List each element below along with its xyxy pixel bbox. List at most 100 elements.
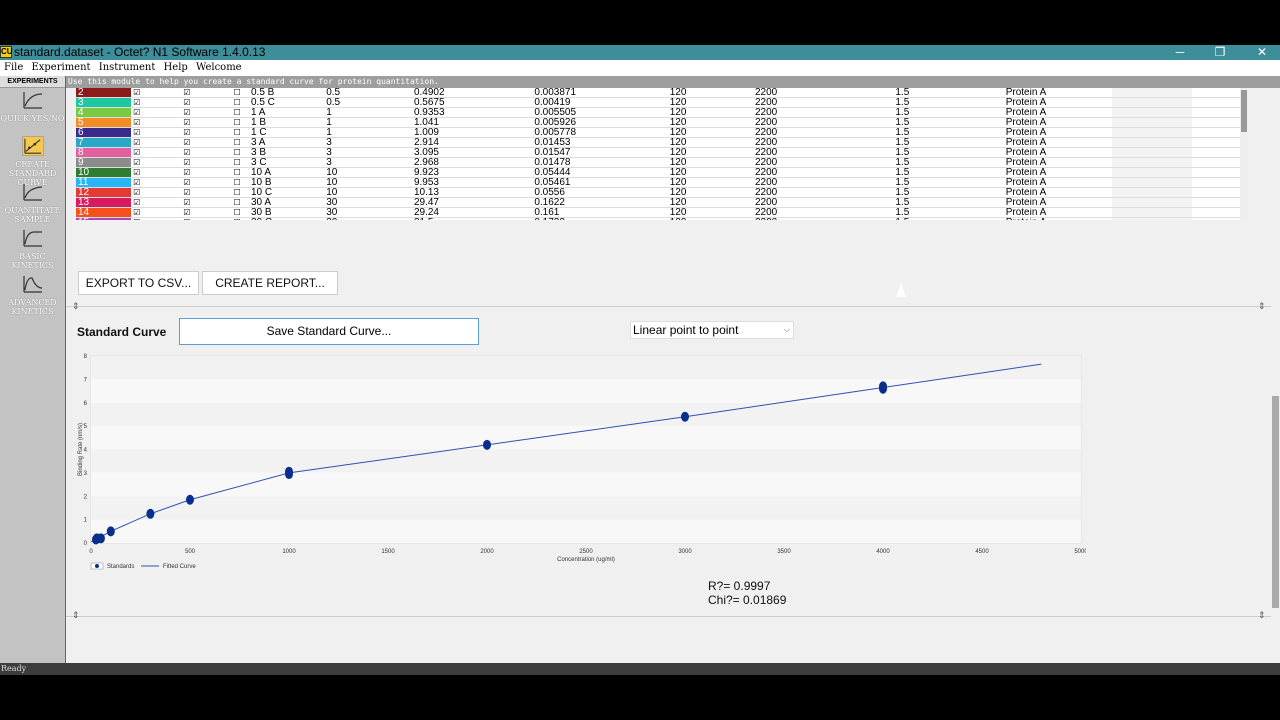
splitter-bottom[interactable]: [66, 616, 1280, 617]
row-checkbox[interactable]: ☐: [231, 167, 249, 178]
close-button[interactable]: ✕: [1247, 45, 1277, 60]
row-checkbox[interactable]: ☐: [231, 217, 249, 220]
row-checkbox[interactable]: ☐: [231, 147, 249, 158]
row-checkbox[interactable]: ☐: [231, 88, 249, 98]
row-checkbox[interactable]: ☑: [181, 97, 232, 108]
table-row[interactable]: 3 ☑ ☑ ☐ 0.5 C 0.5 0.5675 0.00419 120 2200 1.5 Prote…: [76, 97, 1242, 108]
menu-help[interactable]: Help: [164, 62, 188, 73]
table-row[interactable]: 7 ☑ ☑ ☐ 3 A 3 2.914 0.01453 120 2200 1.5 Protein A: [76, 137, 1242, 148]
row-checkbox[interactable]: ☑: [181, 177, 232, 188]
restore-button[interactable]: ❐: [1205, 45, 1235, 60]
row-checkbox[interactable]: ☐: [231, 207, 249, 218]
row-checkbox[interactable]: ☑: [181, 127, 232, 138]
y-tick-label: 1: [84, 518, 88, 524]
row-checkbox[interactable]: ☑: [181, 157, 232, 168]
row-checkbox[interactable]: ☑: [131, 167, 182, 178]
row-checkbox[interactable]: ☐: [231, 137, 249, 148]
row-color-swatch: 6: [76, 127, 132, 138]
row-checkbox[interactable]: ☑: [181, 217, 232, 220]
table-row[interactable]: 12 ☑ ☑ ☐ 10 C 10 10.13 0.0556 120 2200 1.5 Protein …: [76, 187, 1242, 198]
row-checkbox[interactable]: ☑: [181, 197, 232, 208]
fit-mode-select[interactable]: Linear point to point ⌵: [630, 321, 794, 339]
row-checkbox[interactable]: ☑: [131, 97, 182, 108]
row-checkbox[interactable]: ☐: [231, 97, 249, 108]
row-checkbox[interactable]: ☑: [131, 157, 182, 168]
create-report-button[interactable]: CREATE REPORT...: [202, 271, 338, 295]
splitter-grip-icon[interactable]: ⇕: [1258, 610, 1266, 621]
splitter-top[interactable]: [66, 306, 1280, 307]
row-checkbox[interactable]: ☐: [231, 177, 249, 188]
row-checkbox[interactable]: ☑: [131, 197, 182, 208]
row-checkbox[interactable]: ☐: [231, 197, 249, 208]
table-row[interactable]: 11 ☑ ☑ ☐ 10 B 10 9.953 0.05461 120 2200 1.5 Protein…: [76, 177, 1242, 188]
row-checkbox[interactable]: ☑: [131, 137, 182, 148]
main-scrollbar-thumb[interactable]: [1272, 396, 1279, 608]
splitter-grip-icon[interactable]: ⇕: [72, 610, 80, 621]
menu-file[interactable]: File: [4, 62, 23, 73]
main-scrollbar[interactable]: [1271, 122, 1280, 663]
table-cell: 0.01547: [532, 147, 668, 158]
x-tick-label: 5000: [1074, 549, 1086, 555]
table-row[interactable]: 8 ☑ ☑ ☐ 3 B 3 3.095 0.01547 120 2200 1.5 Protein A: [76, 147, 1242, 158]
row-checkbox[interactable]: ☑: [181, 207, 232, 218]
table-row[interactable]: 5 ☑ ☑ ☐ 1 B 1 1.041 0.005926 120 2200 1.5 Protein A: [76, 117, 1242, 128]
row-checkbox[interactable]: ☐: [231, 157, 249, 168]
row-checkbox[interactable]: ☑: [131, 187, 182, 198]
menu-experiment[interactable]: Experiment: [31, 62, 90, 73]
sidebar-item-create-standard-curve[interactable]: CREATE STANDARD CURVE: [0, 134, 65, 187]
row-checkbox[interactable]: ☑: [181, 88, 232, 98]
table-row[interactable]: 2 ☑ ☑ ☐ 0.5 B 0.5 0.4902 0.003871 120 2200 1.5 Prot…: [76, 88, 1242, 98]
table-row[interactable]: 6 ☑ ☑ ☐ 1 C 1 1.009 0.005778 120 2200 1.5 Protein A: [76, 127, 1242, 138]
table-row[interactable]: 10 ☑ ☑ ☐ 10 A 10 9.923 0.05444 120 2200 1.5 Protein…: [76, 167, 1242, 178]
row-checkbox[interactable]: ☑: [181, 187, 232, 198]
row-checkbox[interactable]: ☑: [131, 177, 182, 188]
quick-yes-no-icon: [22, 92, 42, 109]
table-cell: 1 B: [248, 117, 325, 128]
table-cell: 120: [667, 197, 753, 208]
save-standard-curve-button[interactable]: Save Standard Curve...: [179, 318, 479, 345]
row-checkbox[interactable]: ☑: [181, 147, 232, 158]
table-cell: Protein A: [1003, 157, 1112, 168]
minimize-button[interactable]: ─: [1165, 45, 1195, 60]
table-scrollbar-thumb[interactable]: [1241, 90, 1247, 132]
chart-svg: 0 1 2 3 4 5 6 7 8 0 500 1000 1500 2000 2500 3000 3500 400…: [78, 354, 1088, 570]
row-checkbox[interactable]: ☑: [131, 217, 182, 220]
row-checkbox[interactable]: ☑: [131, 207, 182, 218]
row-checkbox[interactable]: ☐: [231, 187, 249, 198]
splitter-grip-icon[interactable]: ⇕: [1258, 301, 1266, 312]
table-cell: 3.095: [411, 147, 533, 158]
row-checkbox[interactable]: ☑: [131, 88, 182, 98]
sidebar-item-advanced-kinetics[interactable]: ADVANCED KINETICS: [0, 272, 65, 318]
table-cell: 1.041: [411, 117, 533, 128]
table-cell: 31.5: [411, 217, 533, 220]
table-row[interactable]: 14 ☑ ☑ ☐ 30 B 30 29.24 0.161 120 2200 1.5 Protein A: [76, 207, 1242, 218]
sidebar-item-quantitate-sample[interactable]: QUANTITATE SAMPLE: [0, 180, 65, 226]
table-cell: 2200: [752, 177, 894, 188]
row-checkbox[interactable]: ☑: [181, 137, 232, 148]
table-row[interactable]: 9 ☑ ☑ ☐ 3 C 3 2.968 0.01478 120 2200 1.5 Protein A: [76, 157, 1242, 168]
table-cell: [1191, 187, 1242, 198]
table-cell: Protein A: [1003, 177, 1112, 188]
row-checkbox[interactable]: ☑: [131, 127, 182, 138]
table-row[interactable]: 15☑☑☐30 C3031.50.172212022001.5Protein A: [76, 217, 1242, 220]
row-checkbox[interactable]: ☑: [131, 117, 182, 128]
splitter-grip-icon[interactable]: ⇕: [72, 301, 80, 312]
table-cell: 10 B: [248, 177, 325, 188]
row-checkbox[interactable]: ☑: [131, 147, 182, 158]
row-checkbox[interactable]: ☐: [231, 107, 249, 118]
table-scrollbar[interactable]: [1240, 88, 1248, 220]
sidebar-item-basic-kinetics[interactable]: BASIC KINETICS: [0, 226, 65, 272]
row-checkbox[interactable]: ☑: [131, 107, 182, 118]
table-row[interactable]: 13 ☑ ☑ ☐ 30 A 30 29.47 0.1622 120 2200 1.5 Protein …: [76, 197, 1242, 208]
row-checkbox[interactable]: ☐: [231, 127, 249, 138]
row-checkbox[interactable]: ☑: [181, 107, 232, 118]
row-checkbox[interactable]: ☑: [181, 117, 232, 128]
row-checkbox[interactable]: ☑: [181, 167, 232, 178]
row-checkbox[interactable]: ☐: [231, 117, 249, 128]
menu-instrument[interactable]: Instrument: [99, 62, 156, 73]
table-row[interactable]: 4 ☑ ☑ ☐ 1 A 1 0.9353 0.005505 120 2200 1.5 Protein …: [76, 107, 1242, 118]
export-csv-button[interactable]: EXPORT TO CSV...: [78, 271, 199, 295]
menu-welcome[interactable]: Welcome: [196, 62, 242, 73]
sidebar-item-quick-yes-no[interactable]: QUICK YES/NO: [0, 88, 65, 134]
table-cell: 2200: [752, 117, 894, 128]
